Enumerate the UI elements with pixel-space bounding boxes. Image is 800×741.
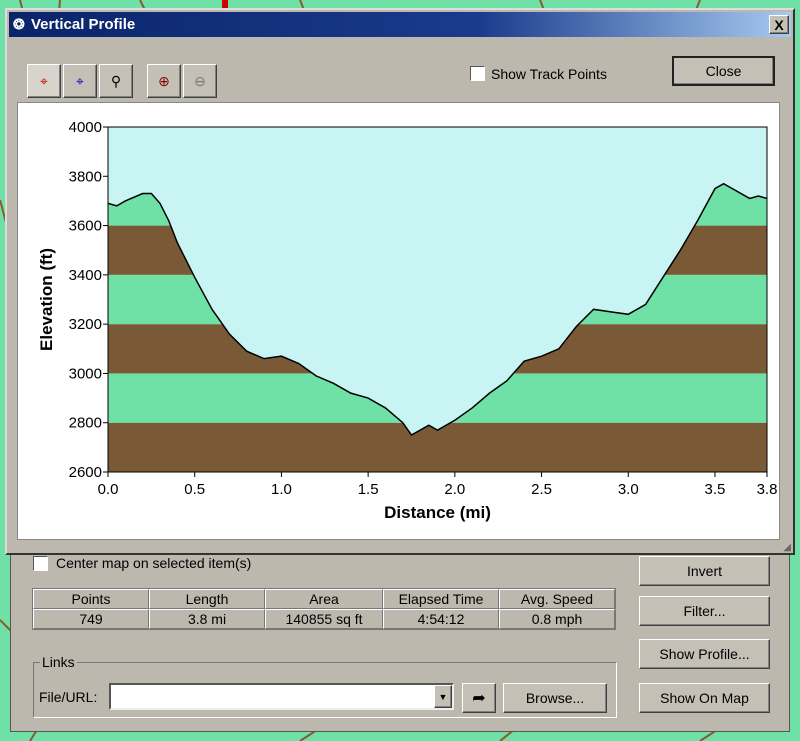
x-tick-label: 1.0 (271, 481, 292, 498)
stats-header: Area (265, 589, 383, 609)
x-tick-label: 3.8 (757, 481, 778, 498)
y-tick-label: 2600 (69, 464, 102, 481)
close-button[interactable]: Close (672, 56, 775, 86)
title-bar[interactable]: ❂ Vertical Profile X (9, 12, 791, 37)
zoom-in-icon[interactable]: ⊕ (147, 64, 181, 98)
stats-value: 140855 sq ft (265, 609, 383, 629)
x-tick-label: 3.0 (618, 481, 639, 498)
center-map-checkbox[interactable] (33, 556, 48, 571)
x-tick-label: 3.5 (705, 481, 726, 498)
filter-button[interactable]: Filter... (639, 596, 770, 626)
y-tick-label: 3200 (69, 316, 102, 333)
y-tick-label: 4000 (69, 119, 102, 136)
close-icon[interactable]: X (769, 15, 789, 34)
zoom-out-icon[interactable]: ⊖ (183, 64, 217, 98)
select-blue-crosshair-icon[interactable]: ⌖ (63, 64, 97, 98)
links-group: Links File/URL: ▼ ➦ Browse... (33, 654, 617, 718)
track-properties-dialog: Center map on selected item(s) Invert Fi… (10, 545, 790, 732)
select-red-crosshair-icon[interactable]: ⌖ (27, 64, 61, 98)
elevation-chart[interactable]: 0.0 0.5 1.0 1.5 2.0 2.5 3.0 3.5 3.8 2600 2800 3000 3… (18, 103, 781, 541)
stats-header: Length (149, 589, 265, 609)
window-title: Vertical Profile (31, 16, 136, 33)
zoom-region-icon[interactable]: ⚲ (99, 64, 133, 98)
file-url-label: File/URL: (39, 689, 98, 705)
center-map-label: Center map on selected item(s) (56, 555, 252, 571)
x-tick-label: 0.0 (98, 481, 119, 498)
stats-table: Points Length Area Elapsed Time Avg. Spe… (32, 588, 616, 630)
x-tick-label: 0.5 (184, 481, 205, 498)
stats-value: 0.8 mph (499, 609, 615, 629)
y-axis-label: Elevation (ft) (37, 248, 56, 351)
x-tick-label: 1.5 (358, 481, 379, 498)
dropdown-arrow-icon[interactable]: ▼ (434, 685, 452, 708)
show-profile-button[interactable]: Show Profile... (639, 639, 770, 669)
show-track-points-checkbox[interactable] (470, 66, 485, 81)
stats-value: 3.8 mi (149, 609, 265, 629)
show-on-map-button[interactable]: Show On Map (639, 683, 770, 713)
show-track-points-label: Show Track Points (491, 66, 607, 82)
y-tick-label: 2800 (69, 415, 102, 432)
x-axis-label: Distance (mi) (384, 503, 491, 522)
stats-value: 4:54:12 (383, 609, 499, 629)
y-tick-label: 3400 (69, 267, 102, 284)
app-globe-icon: ❂ (13, 16, 25, 32)
resize-grip-icon[interactable]: ◢ (783, 542, 791, 553)
y-tick-label: 3600 (69, 218, 102, 235)
open-link-icon[interactable]: ➦ (462, 683, 496, 713)
file-url-input[interactable]: ▼ (109, 683, 454, 710)
stats-value: 749 (33, 609, 149, 629)
y-tick-label: 3800 (69, 168, 102, 185)
stats-header: Points (33, 589, 149, 609)
x-tick-label: 2.5 (531, 481, 552, 498)
invert-button[interactable]: Invert (639, 556, 770, 586)
chart-panel: 0.0 0.5 1.0 1.5 2.0 2.5 3.0 3.5 3.8 2600 2800 3000 3… (17, 102, 780, 540)
vertical-profile-window: ❂ Vertical Profile X ⌖ ⌖ ⚲ ⊕ ⊖ Show Trac… (5, 8, 795, 555)
stats-header: Elapsed Time (383, 589, 499, 609)
browse-button[interactable]: Browse... (503, 683, 607, 713)
x-tick-label: 2.0 (444, 481, 465, 498)
y-tick-label: 3000 (69, 365, 102, 382)
stats-header: Avg. Speed (499, 589, 615, 609)
